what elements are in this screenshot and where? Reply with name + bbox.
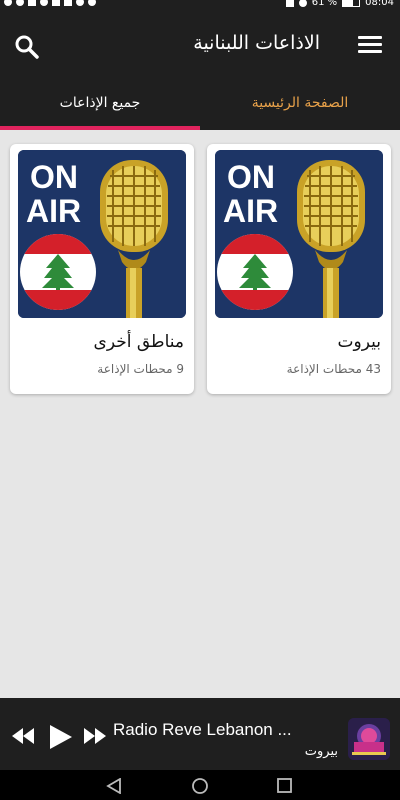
air-text: AIR (26, 193, 81, 229)
notification-icon (16, 0, 24, 6)
category-grid: ON AIR بيروت 43 محطات الإذاعة ON AIR منا… (0, 130, 400, 697)
facebook-icon (76, 0, 84, 6)
on-text: ON (227, 159, 275, 195)
home-icon[interactable] (191, 778, 209, 800)
mini-player[interactable]: Radio Reve Lebanon ... بيروت (0, 698, 400, 770)
notification-icon (40, 0, 48, 6)
status-bar: 61 % 08:04 (0, 0, 400, 10)
notification-icon (88, 0, 96, 6)
app-bar: الاذاعات اللبنانية (0, 10, 400, 82)
now-playing-location: بيروت (304, 744, 338, 759)
station-logo (348, 718, 390, 760)
battery-icon (342, 0, 361, 7)
tab-bar: جميع الإذاعات الصفحة الرئيسية (0, 82, 400, 130)
card-title: بيروت (337, 332, 381, 352)
category-card-beirut[interactable]: ON AIR بيروت 43 محطات الإذاعة (207, 144, 391, 394)
clock: 08:04 (365, 0, 394, 8)
on-text: ON (30, 159, 78, 195)
mail-icon (52, 0, 60, 6)
on-air-image: ON AIR (18, 150, 186, 318)
fast-forward-icon[interactable] (84, 728, 106, 748)
rewind-icon[interactable] (12, 728, 34, 748)
back-icon[interactable] (106, 777, 122, 798)
tab-label: الصفحة الرئيسية (251, 95, 349, 111)
play-icon[interactable] (50, 725, 72, 753)
tab-home[interactable]: الصفحة الرئيسية (200, 82, 400, 130)
mail-icon (64, 0, 72, 6)
recents-icon[interactable] (277, 778, 293, 798)
now-playing-title: Radio Reve Lebanon ... (113, 720, 292, 739)
menu-icon[interactable] (358, 36, 382, 56)
tab-label: جميع الإذاعات (59, 95, 141, 111)
card-title: مناطق أخرى (93, 332, 184, 352)
battery-percent: 61 % (311, 0, 338, 8)
wifi-icon (285, 0, 294, 7)
eye-icon (298, 0, 307, 7)
notification-icon (4, 0, 12, 6)
tab-all-stations[interactable]: جميع الإذاعات (0, 82, 200, 130)
search-icon[interactable] (14, 34, 40, 60)
notification-icon (28, 0, 36, 6)
page-title: الاذاعات اللبنانية (193, 32, 320, 54)
card-station-count: 9 محطات الإذاعة (97, 362, 184, 376)
navigation-bar (0, 770, 400, 800)
card-station-count: 43 محطات الإذاعة (286, 362, 381, 376)
air-text: AIR (223, 193, 278, 229)
category-card-other-regions[interactable]: ON AIR مناطق أخرى 9 محطات الإذاعة (10, 144, 194, 394)
system-icons: 61 % 08:04 (285, 0, 394, 8)
notification-icons (4, 0, 96, 6)
on-air-image: ON AIR (215, 150, 383, 318)
